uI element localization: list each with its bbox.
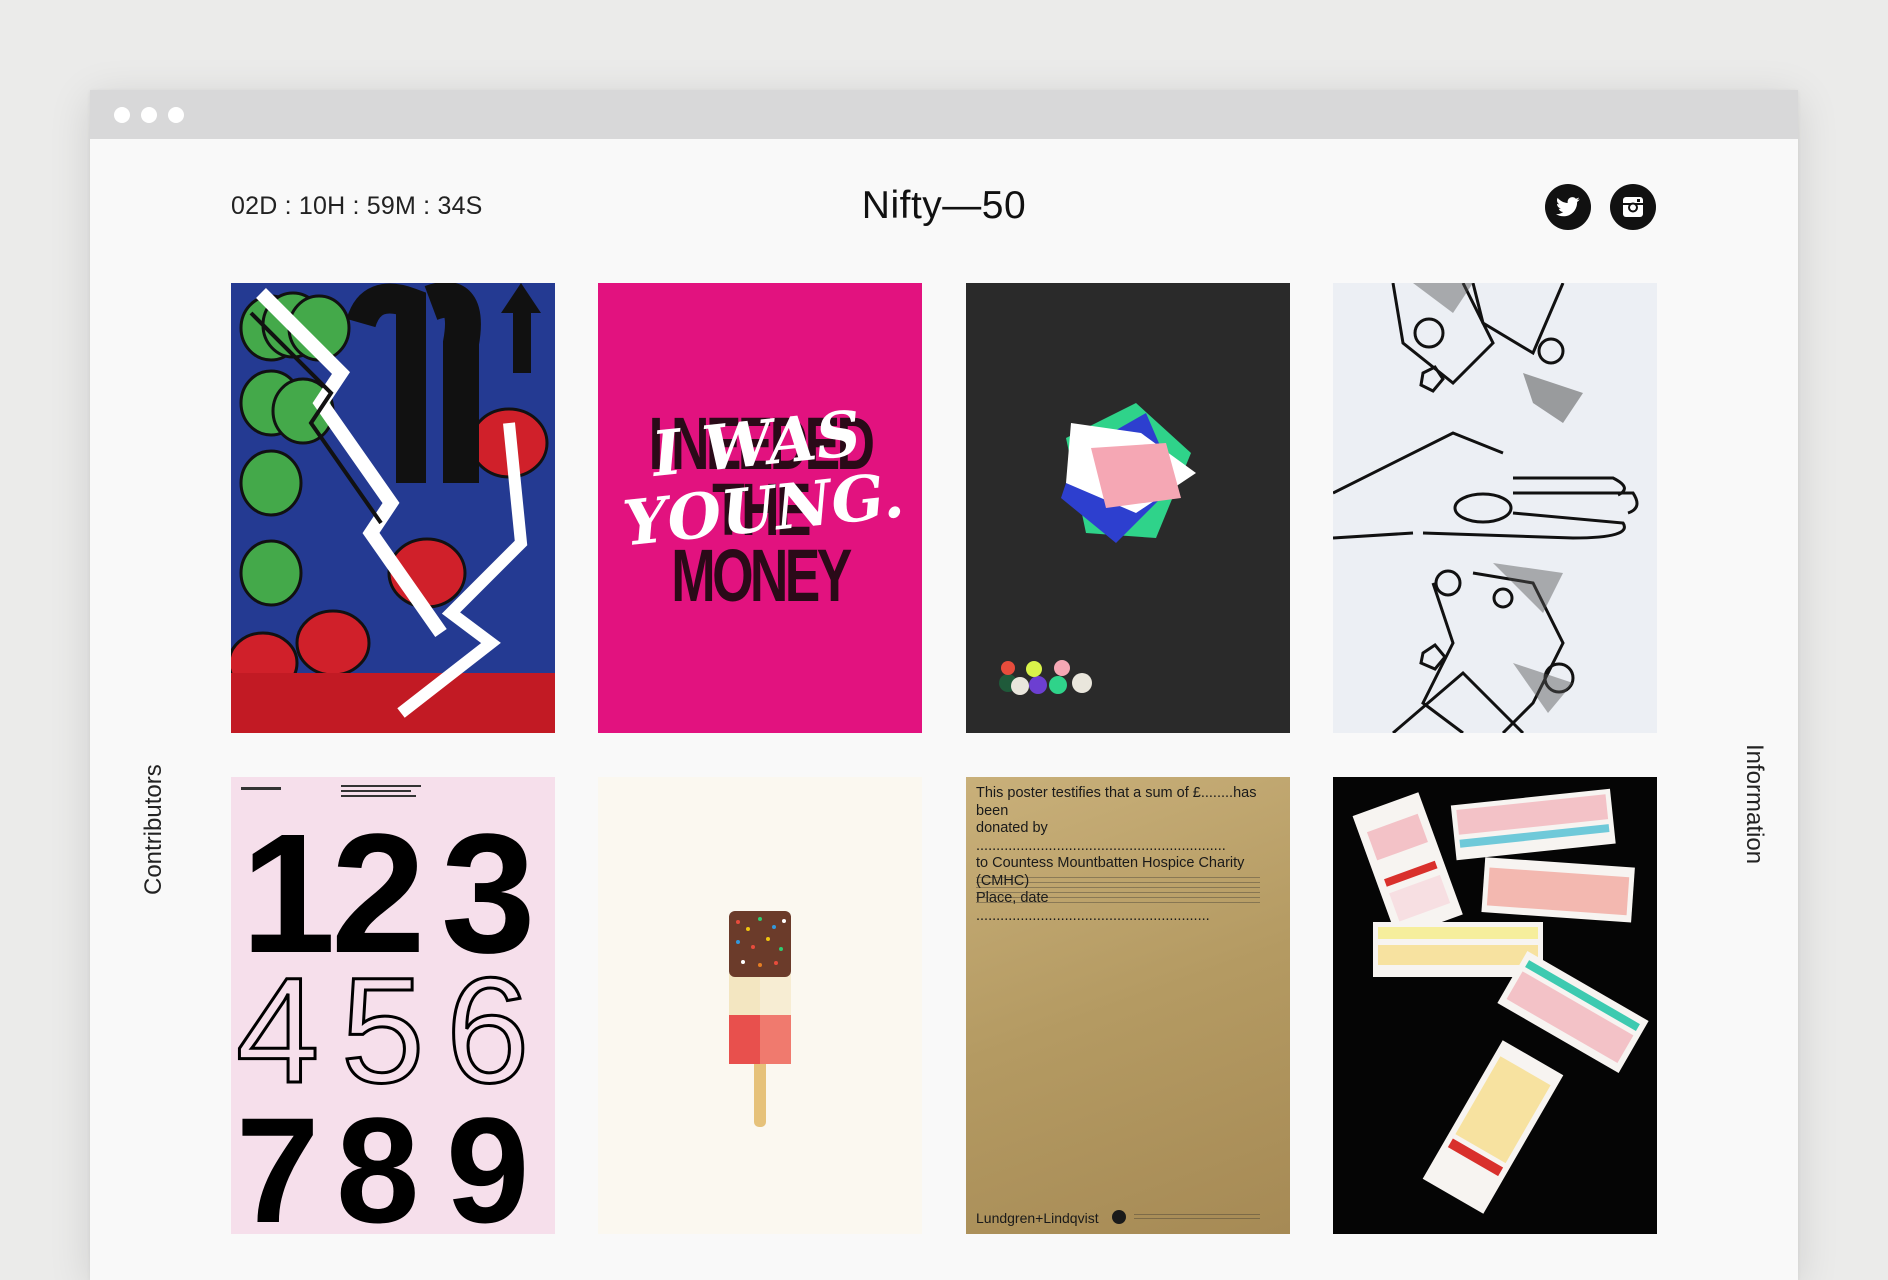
poster-numbers-digit-7: 7 xyxy=(236,1086,319,1234)
information-link[interactable]: Information xyxy=(1740,744,1768,864)
site-title[interactable]: Nifty—50 xyxy=(90,184,1798,228)
numbers-poster: 1 2 3 4 5 6 7 8 9 xyxy=(231,777,555,1234)
browser-window: 02D : 10H : 59M : 34S Nifty—50 Contribut… xyxy=(90,90,1798,1280)
window-dot-1[interactable] xyxy=(114,107,130,123)
poster-gold-text: This poster testifies that a sum of £...… xyxy=(976,785,1282,925)
twitter-icon xyxy=(1556,197,1580,217)
window-dot-2[interactable] xyxy=(141,107,157,123)
poster-gold-footer-fine-print xyxy=(1134,1214,1260,1222)
hands-drawing-poster xyxy=(1333,283,1657,733)
poster-i-was-young[interactable]: I NEEDED THE MONEY I WAS YOUNG. xyxy=(598,283,922,733)
poster-numbers-digit-9: 9 xyxy=(446,1086,529,1234)
poster-shapes[interactable] xyxy=(966,283,1290,733)
ice-lolly-poster xyxy=(598,777,922,1234)
instagram-icon xyxy=(1623,197,1643,217)
poster-gold-logo-icon xyxy=(1112,1210,1126,1224)
browser-titlebar xyxy=(90,90,1798,139)
poster-gold-line-2: donated by .............................… xyxy=(976,820,1226,854)
lottery-tickets-poster xyxy=(1333,777,1657,1234)
poster-gold-line-1: This poster testifies that a sum of £...… xyxy=(976,785,1257,819)
coin-stacks-poster xyxy=(231,283,555,733)
poster-gold-fine-print xyxy=(976,877,1260,903)
poster-ice-lolly[interactable] xyxy=(598,777,922,1234)
twitter-button[interactable] xyxy=(1545,184,1591,230)
contributors-link[interactable]: Contributors xyxy=(140,764,168,895)
poster-numbers-digit-8: 8 xyxy=(336,1086,419,1234)
poster-gold-donation[interactable]: This poster testifies that a sum of £...… xyxy=(966,777,1290,1234)
instagram-button[interactable] xyxy=(1610,184,1656,230)
poster-hands[interactable] xyxy=(1333,283,1657,733)
poster-coins[interactable] xyxy=(231,283,555,733)
poster-gold-footer: Lundgren+Lindqvist xyxy=(976,1210,1099,1226)
poster-young-text: I NEEDED THE MONEY I WAS YOUNG. xyxy=(598,396,922,612)
overlapping-shapes-poster xyxy=(966,283,1290,733)
poster-numbers[interactable]: 1 2 3 4 5 6 7 8 9 xyxy=(231,777,555,1234)
window-dot-3[interactable] xyxy=(168,107,184,123)
poster-tickets[interactable] xyxy=(1333,777,1657,1234)
